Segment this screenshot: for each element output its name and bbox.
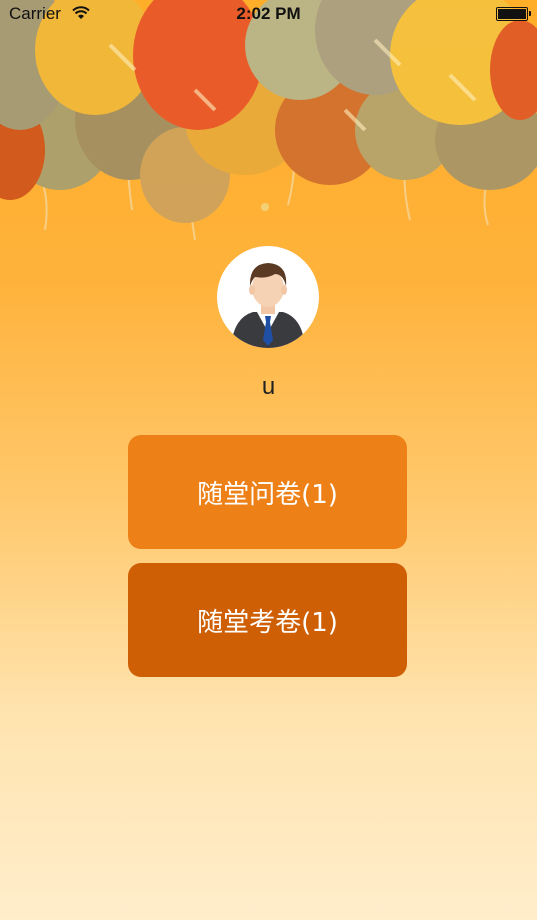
businessman-avatar-icon xyxy=(231,263,305,348)
balloons-background-image xyxy=(0,0,537,241)
battery-icon xyxy=(496,7,531,21)
status-bar: Carrier 2:02 PM xyxy=(0,0,537,28)
class-exam-button[interactable]: 随堂考卷(1) xyxy=(128,563,407,677)
class-survey-button[interactable]: 随堂问卷(1) xyxy=(128,435,407,549)
class-exam-label: 随堂考卷(1) xyxy=(197,607,338,638)
clock-time: 2:02 PM xyxy=(236,4,301,23)
user-avatar[interactable] xyxy=(217,246,319,348)
class-survey-label: 随堂问卷(1) xyxy=(197,479,338,510)
username-label: u xyxy=(261,373,276,400)
